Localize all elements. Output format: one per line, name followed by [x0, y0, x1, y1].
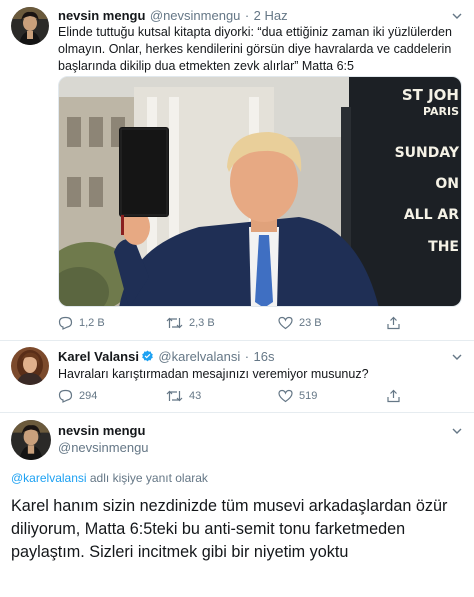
reply-count: 1,2 B: [79, 317, 105, 329]
author-handle[interactable]: @nevsinmengu: [150, 8, 241, 23]
tweet-header: Karel Valansi @karelvalansi · 16s: [58, 348, 274, 366]
share-icon: [387, 316, 400, 330]
reply-icon: [58, 316, 73, 330]
heart-icon: [278, 316, 293, 330]
separator-dot: ·: [244, 349, 250, 364]
sign-line: THE: [428, 238, 459, 255]
sign-line: ST JOH: [401, 86, 459, 104]
tweet-text: Havraları karıştırmadan mesajınızı verem…: [58, 367, 369, 381]
author-name[interactable]: nevsin mengu: [58, 423, 145, 438]
avatar[interactable]: [11, 420, 51, 460]
sign-lines: ST JOH PARIS SUNDAY ON ALL AR THE: [359, 87, 459, 255]
chevron-down-icon[interactable]: [451, 425, 463, 437]
reply-icon: [58, 389, 73, 403]
retweet-button[interactable]: 43: [166, 389, 201, 403]
like-count: 23 B: [299, 317, 322, 329]
reply-to-handle-link[interactable]: @karelvalansi: [11, 471, 87, 485]
chevron-down-icon[interactable]: [451, 351, 463, 363]
tweet-text: Elinde tuttuğu kutsal kitapta diyorki: “…: [58, 25, 452, 73]
like-count: 519: [299, 390, 318, 402]
tweet-header: nevsin mengu @nevsinmengu · 2 Haz: [58, 7, 288, 25]
author-handle[interactable]: @nevsinmengu: [58, 440, 149, 455]
retweet-count: 2,3 B: [189, 317, 215, 329]
timestamp[interactable]: 16s: [254, 349, 275, 364]
tweet-2[interactable]: Karel Valansi @karelvalansi · 16s Havral…: [0, 341, 474, 411]
reply-context: @karelvalansi adlı kişiye yanıt olarak: [11, 471, 208, 485]
timestamp[interactable]: 2 Haz: [254, 8, 288, 23]
tweet-1[interactable]: nevsin mengu @nevsinmengu · 2 Haz Elinde…: [0, 0, 474, 342]
author-name[interactable]: Karel Valansi: [58, 349, 139, 364]
avatar[interactable]: [11, 7, 49, 45]
reply-button[interactable]: 1,2 B: [58, 316, 105, 330]
tweet-3[interactable]: nevsin mengu @nevsinmengu @karelvalansi …: [0, 413, 474, 597]
reply-count: 294: [79, 390, 98, 402]
reply-button[interactable]: 294: [58, 389, 97, 403]
retweet-icon: [166, 317, 183, 329]
avatar[interactable]: [11, 347, 49, 385]
author-name[interactable]: nevsin mengu: [58, 8, 145, 23]
heart-icon: [278, 389, 293, 403]
chevron-down-icon[interactable]: [451, 10, 463, 22]
share-icon: [387, 389, 400, 403]
verified-badge-icon: [142, 350, 153, 362]
sign-line: ALL AR: [403, 207, 459, 224]
tweet-photo[interactable]: ST JOH PARIS SUNDAY ON ALL AR THE: [58, 76, 462, 307]
sign-line: ON: [435, 175, 459, 192]
share-button[interactable]: [386, 316, 401, 330]
sign-line: PARIS: [422, 104, 459, 118]
reply-to-suffix: adlı kişiye yanıt olarak: [86, 471, 208, 485]
separator-dot: ·: [244, 8, 250, 23]
retweet-icon: [166, 390, 183, 402]
like-button[interactable]: 23 B: [278, 316, 322, 330]
like-button[interactable]: 519: [278, 389, 317, 403]
tweet-text: Karel hanım sizin nezdinizde tüm musevi …: [11, 497, 448, 561]
share-button[interactable]: [386, 389, 401, 403]
retweet-button[interactable]: 2,3 B: [166, 316, 215, 330]
author-handle[interactable]: @karelvalansi: [158, 349, 240, 364]
sign-line: SUNDAY: [394, 144, 459, 161]
retweet-count: 43: [189, 390, 202, 402]
